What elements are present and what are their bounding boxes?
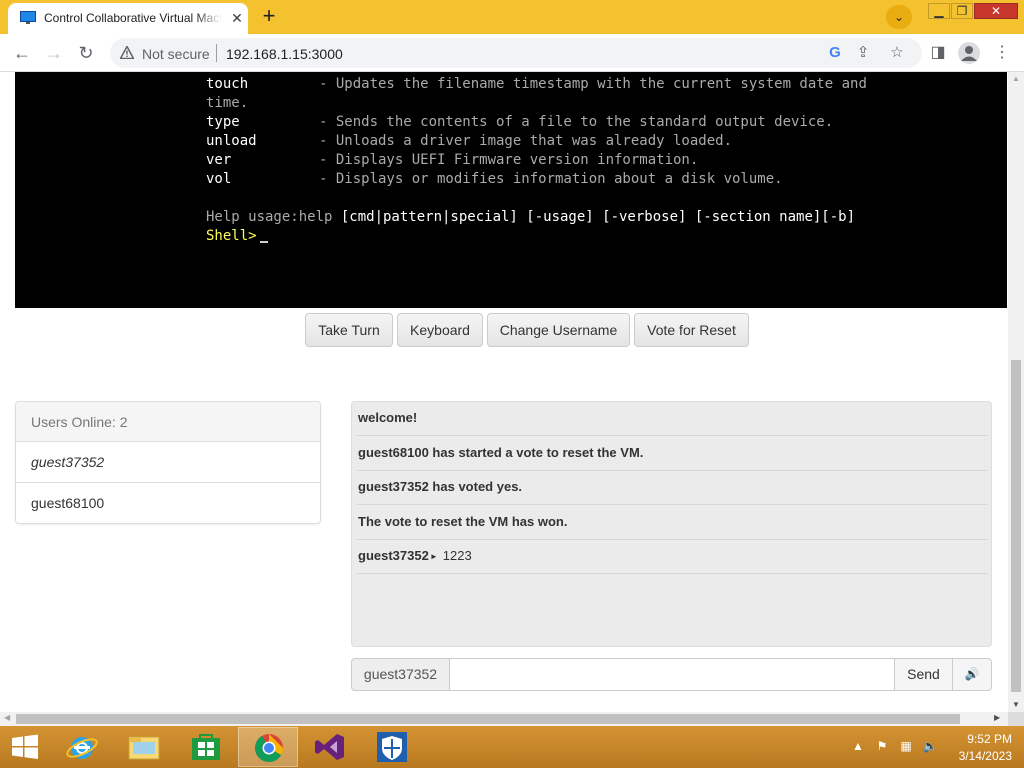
browser-tab[interactable]: Control Collaborative Virtual Machine ✕ — [8, 3, 248, 34]
change-username-button[interactable]: Change Username — [487, 313, 630, 347]
monitor-icon — [20, 11, 36, 24]
terminal-line: ver - Displays UEFI Firmware version info… — [206, 152, 699, 168]
tab-search-chevron-icon[interactable]: ⌄ — [886, 5, 912, 29]
url-text[interactable]: 192.168.1.15:3000 — [226, 46, 343, 62]
new-tab-button[interactable]: + — [256, 5, 282, 29]
chat-message: guest68100 has started a vote to reset t… — [357, 437, 987, 471]
speaker-icon[interactable]: 🔊 — [952, 658, 992, 691]
scrollbar-corner — [1008, 712, 1024, 726]
ie-logo-icon — [66, 737, 98, 759]
system-tray: ▲ ⚑ ▦ 🔈 9:52 PM 3/14/2023 — [848, 726, 1024, 768]
side-panel-icon[interactable]: ◨ — [928, 43, 948, 63]
tab-close-icon[interactable]: ✕ — [230, 11, 244, 25]
chat-message: The vote to reset the VM has won. — [357, 506, 987, 540]
windows-start-button[interactable] — [0, 727, 50, 767]
windows-store-icon[interactable] — [176, 727, 236, 767]
scroll-down-arrow-icon[interactable]: ▼ — [1012, 700, 1020, 709]
url-divider — [216, 44, 217, 62]
forward-arrow-icon[interactable]: → — [42, 41, 66, 65]
clock-time[interactable]: 9:52 PM — [946, 732, 1012, 746]
users-online-panel: Users Online: 2 guest37352 guest68100 — [15, 401, 321, 524]
terminal-line: time. — [206, 95, 249, 111]
terminal-cursor — [259, 241, 268, 243]
terminal-prompt: Shell> — [206, 227, 268, 246]
terminal-line: unload - Unloads a driver image that was … — [206, 133, 733, 149]
chrome-icon[interactable] — [238, 727, 298, 767]
chat-message-input[interactable] — [449, 658, 895, 691]
horizontal-scrollbar-thumb[interactable] — [16, 714, 960, 724]
user-list-item[interactable]: guest68100 — [16, 483, 320, 524]
kebab-menu-icon[interactable]: ⋮ — [992, 43, 1012, 63]
keyboard-button[interactable]: Keyboard — [397, 313, 483, 347]
windows-logo-icon — [12, 734, 38, 759]
not-secure-label[interactable]: Not secure — [142, 46, 210, 62]
vote-reset-button[interactable]: Vote for Reset — [634, 313, 749, 347]
page-content: touch - Updates the filename timestamp wi… — [0, 72, 1024, 712]
horizontal-scrollbar[interactable]: ◀ ▶ — [0, 712, 1008, 726]
warning-icon[interactable] — [120, 46, 134, 59]
reload-icon[interactable]: ↻ — [74, 41, 98, 65]
windows-defender-icon[interactable] — [362, 727, 422, 767]
chrome-logo-icon — [255, 734, 283, 762]
visual-studio-icon[interactable] — [300, 727, 360, 767]
terminal-help-usage: Help usage:help [cmd|pattern|special] [-… — [206, 209, 856, 225]
tab-title: Control Collaborative Virtual Machine — [44, 11, 222, 25]
profile-avatar-icon[interactable] — [958, 42, 980, 64]
file-explorer-icon[interactable] — [114, 727, 174, 767]
terminal-line: vol - Displays or modifies information ab… — [206, 171, 783, 187]
store-bag-icon — [192, 734, 220, 760]
vs-logo-icon — [315, 734, 344, 760]
address-bar[interactable]: Not secure 192.168.1.15:3000 G ⇪ ☆ — [110, 38, 922, 68]
terminal-line: type - Sends the contents of a file to th… — [206, 114, 834, 130]
folder-icon — [128, 736, 160, 760]
chat-message-user: guest37352 — [358, 548, 429, 563]
chat-input-group: guest37352 Send 🔊 — [351, 658, 992, 691]
google-lens-icon[interactable]: G — [826, 44, 844, 62]
internet-explorer-icon[interactable] — [52, 727, 112, 767]
scroll-up-arrow-icon[interactable]: ▲ — [1012, 74, 1020, 83]
chat-message-text: 1223 — [442, 548, 472, 563]
shield-icon — [377, 732, 407, 762]
vm-display[interactable]: touch - Updates the filename timestamp wi… — [15, 72, 1007, 308]
chat-message: guest37352 has voted yes. — [357, 471, 987, 505]
window-minimize-button[interactable]: ▁ — [928, 3, 950, 19]
chat-message: welcome! — [357, 402, 987, 436]
action-center-flag-icon[interactable]: ⚑ — [874, 738, 890, 754]
volume-icon[interactable]: 🔈 — [922, 738, 938, 754]
back-arrow-icon[interactable]: ← — [10, 41, 34, 65]
chat-messages-panel[interactable]: welcome! guest68100 has started a vote t… — [351, 401, 992, 647]
windows-taskbar: ▲ ⚑ ▦ 🔈 9:52 PM 3/14/2023 — [0, 726, 1024, 768]
bookmark-star-icon[interactable]: ☆ — [888, 44, 906, 62]
person-icon — [961, 46, 977, 61]
browser-tab-strip: Control Collaborative Virtual Machine ✕ … — [0, 0, 1024, 34]
chat-username-label: guest37352 — [351, 658, 450, 691]
vertical-scrollbar-thumb[interactable] — [1011, 360, 1021, 692]
send-button[interactable]: Send — [894, 658, 953, 691]
users-online-header: Users Online: 2 — [16, 402, 320, 442]
show-hidden-icons-icon[interactable]: ▲ — [850, 738, 866, 754]
chat-message: guest37352► 1223 — [357, 540, 987, 574]
share-icon[interactable]: ⇪ — [854, 44, 872, 62]
scroll-left-arrow-icon[interactable]: ◀ — [4, 713, 10, 722]
chat-arrow-icon: ► — [429, 552, 438, 561]
browser-toolbar: ← → ↻ Not secure 192.168.1.15:3000 G ⇪ ☆… — [0, 34, 1024, 72]
take-turn-button[interactable]: Take Turn — [305, 313, 393, 347]
clock-date[interactable]: 3/14/2023 — [946, 749, 1012, 763]
window-close-button[interactable]: ✕ — [974, 3, 1018, 19]
user-list-item[interactable]: guest37352 — [16, 442, 320, 483]
network-icon[interactable]: ▦ — [898, 738, 914, 754]
window-restore-button[interactable]: ❐ — [951, 3, 973, 19]
scroll-right-arrow-icon[interactable]: ▶ — [994, 713, 1000, 722]
vertical-scrollbar[interactable]: ▲ ▼ — [1008, 72, 1024, 712]
terminal-line: touch - Updates the filename timestamp wi… — [206, 76, 867, 92]
